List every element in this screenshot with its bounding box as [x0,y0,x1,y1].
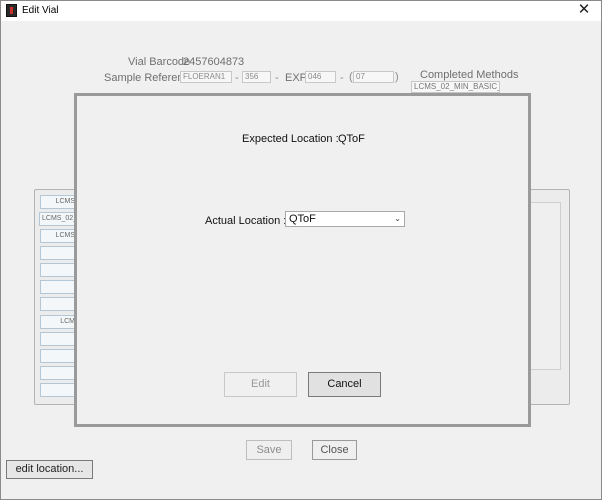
method-list-item[interactable] [40,246,76,260]
method-list-item[interactable] [40,332,76,346]
window-title: Edit Vial [22,5,59,16]
method-list-item[interactable] [40,383,76,397]
close-window-button[interactable]: ✕ [567,1,601,21]
exp-close-paren: ) [395,71,399,83]
method-list-item[interactable]: LCMS [40,229,76,243]
vial-barcode-label: Vial Barcode [128,56,191,68]
edit-location-dialog: Expected Location : QToF Actual Location… [74,93,531,427]
cancel-button[interactable]: Cancel [308,372,381,397]
edit-vial-window: Edit Vial ✕ Vial Barcode 2457604873 Samp… [0,0,602,500]
app-icon [6,4,17,17]
sample-ref-separator-1: - [235,72,239,84]
edit-button[interactable]: Edit [224,372,297,397]
method-list-item[interactable] [40,297,76,311]
exp-field-2[interactable]: 07 [353,71,394,83]
method-list-item[interactable] [40,280,76,294]
save-button[interactable]: Save [246,440,292,460]
method-list-item[interactable] [40,349,76,363]
method-list-item[interactable]: LCMS [40,195,76,209]
exp-label: EXP [285,72,308,84]
expected-location-value: QToF [338,133,365,145]
method-list-item[interactable]: LCM [40,315,76,329]
vial-barcode-value: 2457604873 [183,56,245,68]
method-list-item[interactable] [40,366,76,380]
sample-ref-separator-2: - [275,72,279,84]
completed-methods-label: Completed Methods [420,69,519,81]
method-list-item[interactable] [40,263,76,277]
sample-ref-field-2[interactable]: 356 [242,71,271,83]
method-list-item[interactable]: LCMS_02_ [39,212,75,226]
actual-location-dropdown[interactable]: QToF ⌄ [285,211,405,227]
actual-location-selected: QToF [289,213,316,225]
completed-method-item[interactable]: LCMS_02_MIN_BASIC_ELSD [411,81,500,93]
chevron-down-icon: ⌄ [394,214,401,223]
exp-separator: - [340,72,344,84]
exp-field-1[interactable]: 046 [305,71,336,83]
edit-location-button[interactable]: edit location... [6,460,93,479]
expected-location-label: Expected Location : [242,133,339,145]
sample-ref-field-1[interactable]: FLOERAN1 [180,71,232,83]
close-button[interactable]: Close [312,440,357,460]
actual-location-label: Actual Location : [205,215,287,227]
title-bar: Edit Vial ✕ [1,1,601,21]
